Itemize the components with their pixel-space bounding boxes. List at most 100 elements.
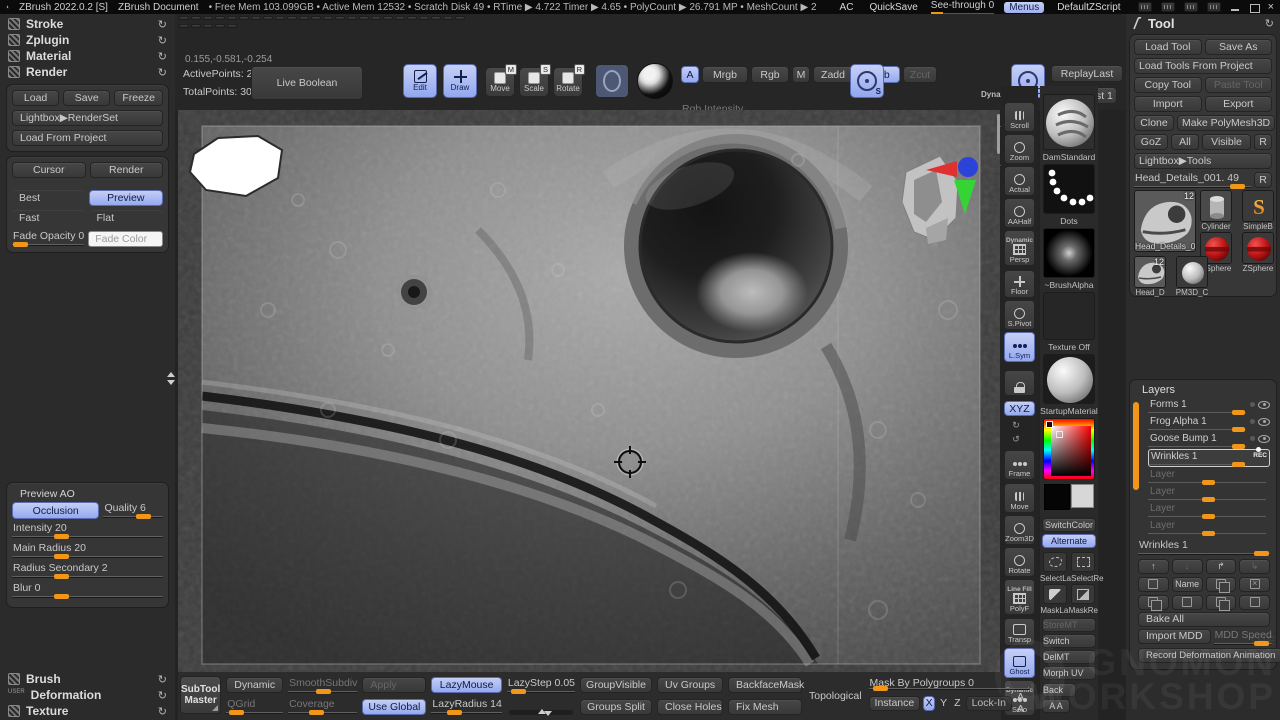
quicksave-button[interactable]: QuickSave bbox=[866, 2, 920, 13]
load-tools-from-project-button[interactable]: Load Tools From Project bbox=[1134, 58, 1272, 74]
render-section-item[interactable] bbox=[16, 445, 175, 461]
tool-r-button[interactable]: R bbox=[1254, 172, 1272, 188]
lazy-radius-slider[interactable]: LazyRadius 14 bbox=[431, 698, 501, 715]
render-section-item[interactable] bbox=[16, 337, 175, 353]
menu-item[interactable] bbox=[215, 24, 225, 28]
fix-mesh-button[interactable]: Fix Mesh bbox=[728, 699, 802, 715]
spivot-button[interactable]: S.Pivot bbox=[1004, 300, 1035, 330]
layer-extra-button[interactable] bbox=[1172, 595, 1203, 610]
slider-snap-icon[interactable] bbox=[1138, 2, 1152, 12]
ao-slider[interactable]: Intensity 20 bbox=[12, 522, 163, 539]
export-button[interactable]: Export bbox=[1205, 96, 1273, 112]
render-section-item[interactable] bbox=[16, 383, 175, 399]
lightbox-renderset-button[interactable]: Lightbox▶RenderSet bbox=[12, 110, 163, 126]
layer-mode-dot-icon[interactable] bbox=[1250, 436, 1255, 441]
rotate-3d-button[interactable]: Rotate bbox=[1004, 547, 1035, 577]
sculpt-viewport[interactable] bbox=[178, 110, 1000, 672]
store-mt-button[interactable]: StoreMT bbox=[1042, 618, 1096, 632]
palette-material[interactable]: Material ↻ bbox=[0, 48, 175, 64]
tool-section-item[interactable] bbox=[1126, 672, 1280, 688]
menus-toggle-button[interactable]: Menus bbox=[1004, 2, 1044, 13]
layer-mode-dot-icon[interactable] bbox=[1250, 402, 1255, 407]
rotation-lock-button[interactable] bbox=[1004, 370, 1035, 396]
layer-row[interactable]: Frog Alpha 1 bbox=[1148, 415, 1270, 431]
layer-row[interactable]: Layer bbox=[1148, 502, 1270, 518]
menu-item[interactable] bbox=[203, 16, 213, 20]
mask-by-polygroups-slider[interactable]: Mask By Polygroups 0 bbox=[869, 677, 1031, 691]
switch-color-button[interactable]: SwitchColor bbox=[1042, 518, 1096, 532]
groups-split-button[interactable]: Groups Split bbox=[580, 699, 652, 715]
render-section-item[interactable] bbox=[16, 368, 175, 384]
palette-deformation[interactable]: USER Deformation ↻ bbox=[0, 687, 175, 703]
render-section-item[interactable] bbox=[16, 461, 175, 477]
menu-item[interactable] bbox=[455, 16, 465, 20]
layer-delete-button[interactable] bbox=[1239, 577, 1270, 592]
current-brush-thumb[interactable] bbox=[1043, 94, 1095, 150]
layer-row[interactable]: Wrinkles 1 REC bbox=[1148, 449, 1270, 467]
qgrid-slider[interactable]: QGrid bbox=[226, 698, 283, 715]
restore-config-icon[interactable]: ↻ bbox=[158, 50, 167, 63]
record-deformation-button[interactable]: Record Deformation Animation bbox=[1138, 648, 1280, 663]
menu-item[interactable] bbox=[239, 16, 249, 20]
morph-uv-button[interactable]: Morph UV bbox=[1042, 666, 1096, 680]
rotate-y-constraint-icon[interactable]: ↻ bbox=[1009, 419, 1023, 432]
uv-groups-button[interactable]: Uv Groups bbox=[657, 677, 723, 693]
mdd-speed-slider[interactable]: MDD Speed bbox=[1214, 629, 1272, 646]
sculpt-brush-chip[interactable]: S bbox=[850, 64, 884, 98]
y-axis-button[interactable]: Y bbox=[938, 697, 949, 709]
menu-item[interactable] bbox=[323, 16, 333, 20]
rotate-button[interactable]: R Rotate bbox=[553, 67, 583, 97]
select-lasso-button[interactable] bbox=[1043, 552, 1067, 572]
copy-tool-button[interactable]: Copy Tool bbox=[1134, 77, 1202, 93]
floor-button[interactable]: Floor bbox=[1004, 270, 1035, 298]
bottom-scrollbar[interactable] bbox=[509, 710, 573, 715]
menu-item[interactable] bbox=[443, 16, 453, 20]
current-texture-thumb[interactable] bbox=[1043, 292, 1095, 340]
active-layer-slider[interactable]: Wrinkles 1 bbox=[1138, 539, 1270, 556]
layer-row[interactable]: Layer bbox=[1148, 468, 1270, 484]
menu-item[interactable] bbox=[179, 24, 189, 28]
bake-all-button[interactable]: Bake All bbox=[1138, 612, 1270, 627]
rotate-z-constraint-icon[interactable]: ↺ bbox=[1009, 433, 1023, 446]
main-color-swatch[interactable] bbox=[1044, 484, 1070, 510]
subtool-master-button[interactable]: SubTool Master bbox=[180, 676, 221, 714]
cursor-button[interactable]: Cursor bbox=[12, 162, 86, 178]
layer-row[interactable]: Forms 1 bbox=[1148, 398, 1270, 414]
mrgb-button[interactable]: Mrgb bbox=[702, 66, 748, 83]
render-section-item[interactable] bbox=[16, 352, 175, 368]
scale-button[interactable]: S Scale bbox=[519, 67, 549, 97]
restore-config-icon[interactable]: ↻ bbox=[1265, 17, 1274, 30]
close-holes-button[interactable]: Close Holes bbox=[657, 699, 723, 715]
load-tool-button[interactable]: Load Tool bbox=[1134, 39, 1202, 55]
close-icon[interactable]: × bbox=[1268, 3, 1274, 12]
render-section-item[interactable] bbox=[16, 614, 175, 631]
clone-button[interactable]: Clone bbox=[1134, 115, 1174, 131]
menu-item[interactable] bbox=[371, 16, 381, 20]
tool-section-item[interactable] bbox=[1126, 687, 1280, 703]
live-boolean-button[interactable]: Live Boolean bbox=[251, 66, 363, 100]
maximize-icon[interactable] bbox=[1249, 3, 1259, 12]
panel-divider-handle[interactable] bbox=[165, 352, 176, 404]
current-material-preview[interactable] bbox=[637, 63, 673, 99]
xyz-constraint-button[interactable]: XYZ bbox=[1004, 401, 1035, 416]
tool-section-item[interactable] bbox=[1126, 299, 1280, 315]
scroll-button[interactable]: Scroll bbox=[1004, 102, 1035, 132]
move-3d-button[interactable]: Move bbox=[1004, 483, 1035, 513]
menu-item[interactable] bbox=[347, 16, 357, 20]
menu-item[interactable] bbox=[359, 16, 369, 20]
layer-extra-button[interactable] bbox=[1239, 595, 1270, 610]
goz-all-button[interactable]: All bbox=[1171, 134, 1199, 150]
rgb-button[interactable]: Rgb bbox=[751, 66, 789, 83]
ao-slider[interactable]: Radius Secondary 2 bbox=[12, 562, 163, 579]
fade-opacity-slider[interactable]: Fade Opacity 0 bbox=[12, 230, 84, 247]
preview-ao-title[interactable]: Preview AO bbox=[12, 488, 163, 500]
a-channel-button[interactable]: A bbox=[681, 66, 699, 83]
render-load-button[interactable]: Load bbox=[12, 90, 59, 106]
menu-item[interactable] bbox=[395, 16, 405, 20]
layer-new-button[interactable] bbox=[1138, 577, 1169, 592]
canvas-scrollbar[interactable] bbox=[997, 114, 1000, 154]
layer-down-button[interactable]: ↓ bbox=[1172, 559, 1203, 574]
render-save-button[interactable]: Save bbox=[63, 90, 110, 106]
back-button[interactable]: Back bbox=[1042, 683, 1076, 697]
zcut-button[interactable]: Zcut bbox=[903, 66, 937, 83]
